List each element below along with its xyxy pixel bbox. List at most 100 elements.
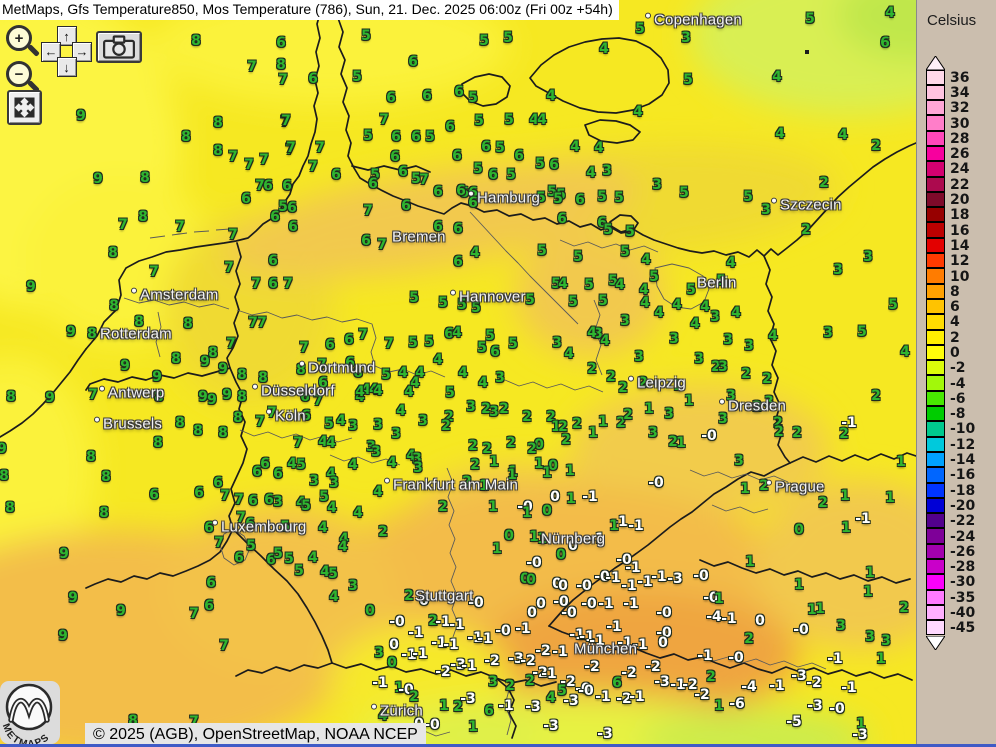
legend-tick-label: 16 bbox=[950, 223, 969, 239]
color-scale: 363432302826242220181614121086420-2-4-6-… bbox=[926, 56, 975, 650]
legend-color-swatch bbox=[926, 146, 945, 161]
legend-row: 4 bbox=[926, 315, 975, 330]
title-bar: MetMaps, Gfs Temperature850, Mos Tempera… bbox=[0, 0, 619, 20]
legend-tick-label: 18 bbox=[950, 207, 969, 223]
legend-row: -22 bbox=[926, 514, 975, 529]
pan-control: ↑ ← → ↓ bbox=[41, 26, 92, 77]
legend-tick-label: 32 bbox=[950, 100, 969, 116]
legend-tick-label: 14 bbox=[950, 238, 969, 254]
legend-row: 16 bbox=[926, 223, 975, 238]
legend-tick-label: -2 bbox=[950, 360, 966, 376]
legend-tick-label: -4 bbox=[950, 376, 966, 392]
legend-color-swatch bbox=[926, 177, 945, 192]
legend-row: 26 bbox=[926, 146, 975, 161]
legend-row: -2 bbox=[926, 361, 975, 376]
legend-row: 0 bbox=[926, 345, 975, 360]
legend-row: -14 bbox=[926, 452, 975, 467]
legend-tick-label: -20 bbox=[950, 498, 975, 514]
legend-color-swatch bbox=[926, 192, 945, 207]
legend-row: -24 bbox=[926, 529, 975, 544]
weather-map[interactable]: 8768565545354654442423332499888877777765… bbox=[0, 0, 916, 747]
legend-tick-label: 8 bbox=[950, 284, 960, 300]
legend-color-swatch bbox=[926, 498, 945, 513]
legend-color-swatch bbox=[926, 590, 945, 605]
legend-tick-label: 22 bbox=[950, 177, 969, 193]
pan-down-button[interactable]: ↓ bbox=[57, 57, 77, 77]
legend-row: -40 bbox=[926, 605, 975, 620]
legend-row: -10 bbox=[926, 422, 975, 437]
fullscreen-button[interactable] bbox=[7, 90, 42, 125]
legend-color-swatch bbox=[926, 452, 945, 467]
legend-color-swatch bbox=[926, 100, 945, 115]
legend-tick-label: -8 bbox=[950, 406, 966, 422]
legend-row: -30 bbox=[926, 575, 975, 590]
legend-panel: Celsius 36343230282624222018161412108642… bbox=[916, 0, 996, 747]
legend-tick-label: -22 bbox=[950, 513, 975, 529]
legend-row: 20 bbox=[926, 192, 975, 207]
legend-row: 30 bbox=[926, 116, 975, 131]
legend-row: -12 bbox=[926, 437, 975, 452]
legend-color-swatch bbox=[926, 483, 945, 498]
legend-color-swatch bbox=[926, 528, 945, 543]
legend-row: -18 bbox=[926, 483, 975, 498]
legend-color-swatch bbox=[926, 360, 945, 375]
legend-tick-label: 20 bbox=[950, 192, 969, 208]
legend-color-swatch bbox=[926, 620, 945, 635]
legend-tick-label: -35 bbox=[950, 590, 975, 606]
legend-row: -16 bbox=[926, 468, 975, 483]
legend-row: -45 bbox=[926, 621, 975, 636]
legend-tick-label: 0 bbox=[950, 345, 960, 361]
arrow-right-icon: → bbox=[76, 44, 89, 59]
legend-tick-label: 12 bbox=[950, 253, 969, 269]
legend-title: Celsius bbox=[927, 12, 976, 29]
legend-color-swatch bbox=[926, 222, 945, 237]
legend-row: 12 bbox=[926, 254, 975, 269]
legend-row: 14 bbox=[926, 238, 975, 253]
legend-tick-label: 28 bbox=[950, 131, 969, 147]
legend-color-swatch bbox=[926, 467, 945, 482]
legend-color-swatch bbox=[926, 131, 945, 146]
legend-color-swatch bbox=[926, 314, 945, 329]
legend-row: 28 bbox=[926, 131, 975, 146]
legend-tick-label: -14 bbox=[950, 452, 975, 468]
legend-color-swatch bbox=[926, 115, 945, 130]
legend-color-swatch bbox=[926, 574, 945, 589]
zoom-out-button[interactable]: − bbox=[6, 61, 32, 87]
legend-color-swatch bbox=[926, 85, 945, 100]
legend-color-swatch bbox=[926, 284, 945, 299]
legend-tick-label: 26 bbox=[950, 146, 969, 162]
legend-row: 32 bbox=[926, 101, 975, 116]
legend-color-swatch bbox=[926, 544, 945, 559]
legend-row: -26 bbox=[926, 544, 975, 559]
legend-tick-label: -18 bbox=[950, 483, 975, 499]
legend-row: 18 bbox=[926, 208, 975, 223]
legend-row: -35 bbox=[926, 590, 975, 605]
legend-color-swatch bbox=[926, 375, 945, 390]
camera-icon bbox=[98, 33, 140, 61]
legend-color-swatch bbox=[926, 70, 945, 85]
screenshot-button[interactable] bbox=[96, 31, 142, 63]
scale-bottom-arrow-icon bbox=[926, 636, 945, 650]
zoom-in-button[interactable]: + bbox=[6, 25, 32, 51]
legend-row: -8 bbox=[926, 407, 975, 422]
legend-tick-label: -26 bbox=[950, 544, 975, 560]
legend-color-swatch bbox=[926, 421, 945, 436]
legend-tick-label: -24 bbox=[950, 529, 975, 545]
legend-tick-label: -28 bbox=[950, 559, 975, 575]
legend-tick-label: -40 bbox=[950, 605, 975, 621]
legend-tick-label: 2 bbox=[950, 330, 960, 346]
arrow-up-icon: ↑ bbox=[63, 29, 70, 44]
legend-color-swatch bbox=[926, 559, 945, 574]
legend-row: 34 bbox=[926, 85, 975, 100]
legend-row: 24 bbox=[926, 162, 975, 177]
metmaps-logo[interactable]: METMAPS bbox=[0, 681, 60, 744]
legend-tick-label: 24 bbox=[950, 161, 969, 177]
arrow-down-icon: ↓ bbox=[63, 60, 70, 75]
legend-color-swatch bbox=[926, 513, 945, 528]
legend-color-swatch bbox=[926, 406, 945, 421]
legend-row: 36 bbox=[926, 70, 975, 85]
legend-tick-label: -6 bbox=[950, 391, 966, 407]
legend-tick-label: 10 bbox=[950, 269, 969, 285]
legend-tick-label: -45 bbox=[950, 620, 975, 636]
legend-color-swatch bbox=[926, 605, 945, 620]
